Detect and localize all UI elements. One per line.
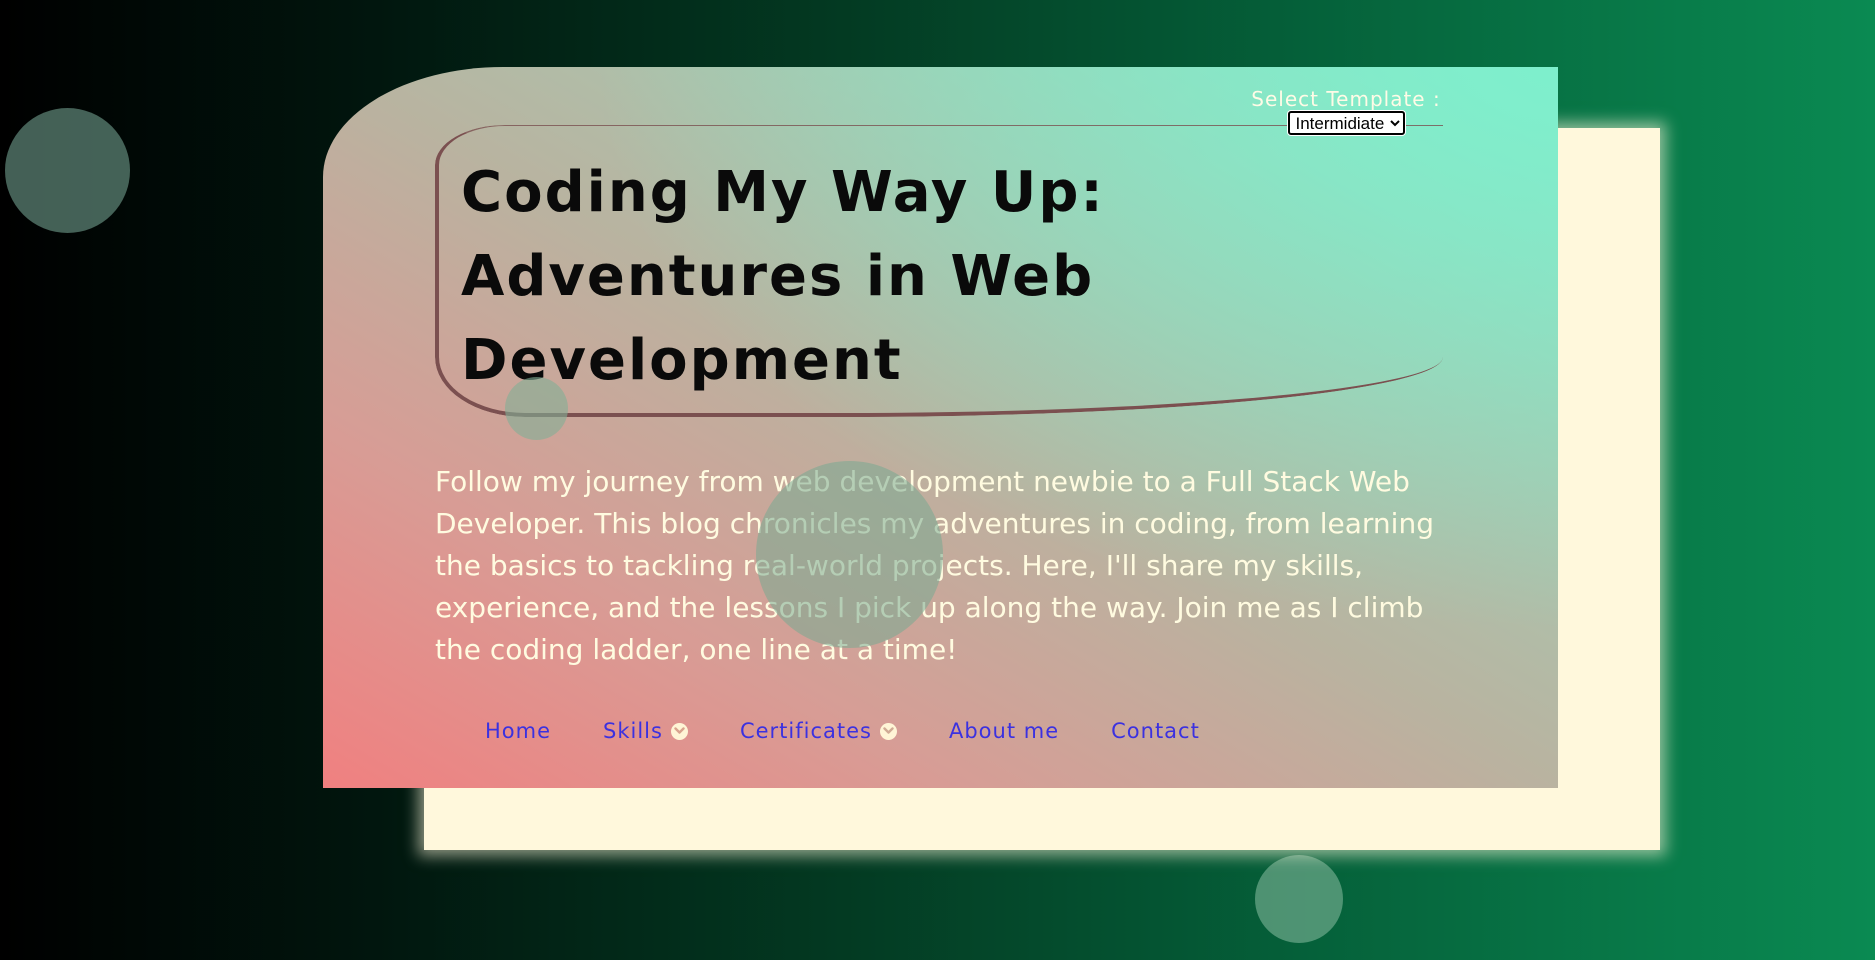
nav-certificates-label: Certificates — [739, 719, 872, 743]
nav-skills[interactable]: Skills — [603, 719, 688, 743]
nav-contact-label: Contact — [1111, 719, 1200, 743]
main-nav: Home Skills Certificates About me Contac… — [485, 719, 1252, 743]
template-selector: Select Template : Intermidiate — [1246, 87, 1446, 135]
nav-about-me-label: About me — [948, 719, 1060, 743]
nav-certificates[interactable]: Certificates — [740, 719, 897, 743]
template-select[interactable]: Intermidiate — [1287, 111, 1405, 135]
nav-home-label: Home — [485, 719, 552, 743]
template-select-label: Select Template : — [1251, 87, 1441, 111]
chevron-down-icon[interactable] — [879, 722, 897, 740]
nav-contact[interactable]: Contact — [1111, 719, 1200, 743]
decorative-bubble — [1255, 855, 1343, 943]
nav-home[interactable]: Home — [485, 719, 551, 743]
chevron-down-icon[interactable] — [670, 722, 688, 740]
hero-card: Select Template : Intermidiate Coding My… — [323, 67, 1558, 788]
page-title: Coding My Way Up: Adventures in Web Deve… — [461, 160, 1105, 393]
decorative-bubble — [756, 461, 943, 648]
nav-skills-label: Skills — [603, 719, 663, 743]
nav-about-me[interactable]: About me — [949, 719, 1059, 743]
decorative-bubble — [505, 377, 568, 440]
decorative-bubble — [5, 108, 130, 233]
